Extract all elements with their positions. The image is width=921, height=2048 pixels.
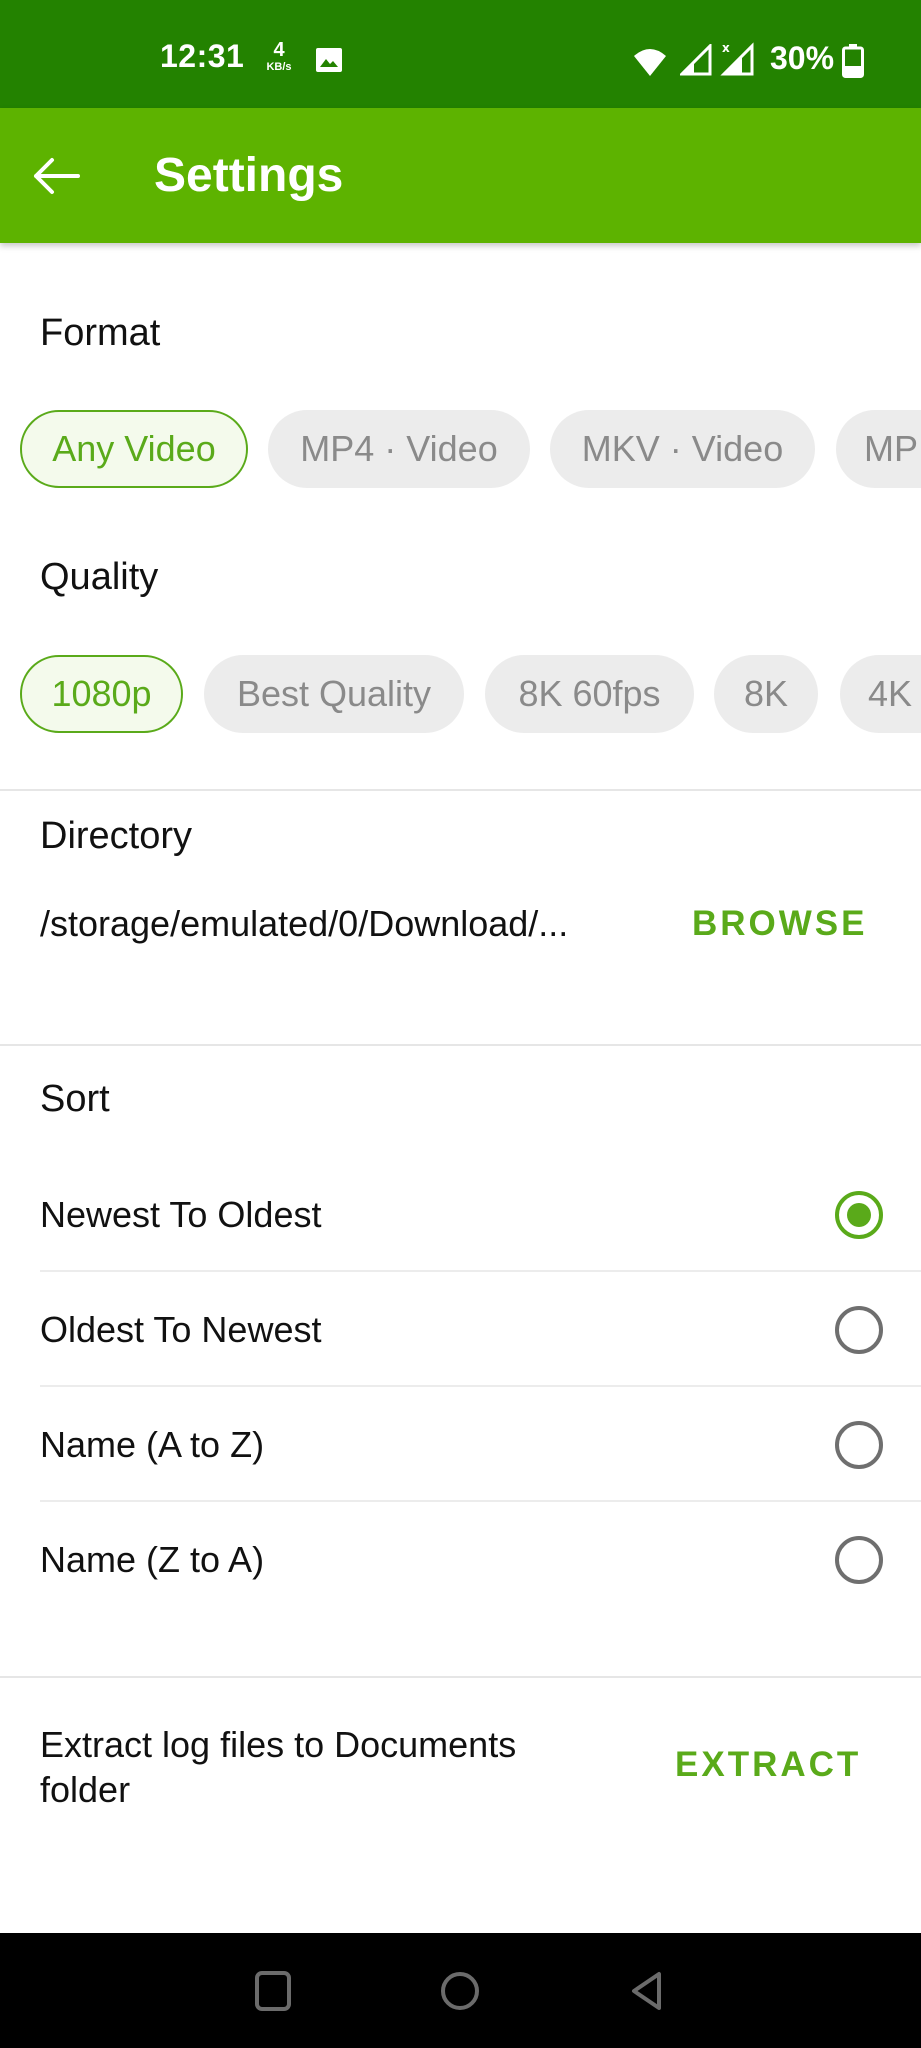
directory-path: /storage/emulated/0/Download/... [40,903,569,944]
sort-option-name-a-to-z[interactable]: Name (A to Z) [0,1387,921,1502]
quality-chip-best-quality[interactable]: Best Quality [204,655,464,733]
sort-option-oldest-to-newest[interactable]: Oldest To Newest [0,1272,921,1387]
directory-section-title: Directory [40,815,193,857]
gallery-icon [316,48,342,72]
sort-option-label: Newest To Oldest [40,1193,322,1235]
radio-button[interactable] [835,1535,883,1584]
quality-chip-row[interactable]: 1080p Best Quality 8K 60fps 8K 4K [0,655,921,735]
arrow-left-icon[interactable] [30,152,82,200]
status-time: 12:31 [160,38,245,74]
network-speed-unit: KB/s [266,61,292,73]
battery-icon [842,44,864,78]
radio-button-checked[interactable] [835,1190,883,1239]
sort-option-label: Oldest To Newest [40,1308,322,1350]
system-nav-bar [0,1933,921,2048]
quality-section-title: Quality [40,556,159,598]
quality-chip-8k-60fps[interactable]: 8K 60fps [485,655,694,733]
sort-option-label: Name (A to Z) [40,1423,265,1465]
quality-chip-1080p[interactable]: 1080p [20,655,183,733]
back-icon [632,1971,661,2010]
back-button[interactable] [603,1933,693,2048]
signal-no-data-icon: x [720,41,754,76]
section-divider [0,1044,921,1046]
battery-percent: 30% [770,40,835,76]
section-divider [0,789,921,791]
sort-option-newest-to-oldest[interactable]: Newest To Oldest [0,1157,921,1272]
format-chip-mp4[interactable]: MP4 · Video [268,410,530,488]
svg-text:x: x [722,41,730,55]
sort-option-label: Name (Z to A) [40,1538,265,1580]
wifi-icon [634,49,666,76]
status-bar: 12:31 4 KB/s x 30% [0,0,921,108]
section-divider [0,1676,921,1678]
sort-option-name-z-to-a[interactable]: Name (Z to A) [0,1502,921,1617]
network-speed: 4 KB/s [262,40,296,73]
format-chip-any-video[interactable]: Any Video [20,410,248,488]
format-chip-mp-partial[interactable]: MP [836,410,921,488]
format-chip-row[interactable]: Any Video MP4 · Video MKV · Video MP [0,410,921,490]
format-chip-mkv[interactable]: MKV · Video [550,410,815,488]
format-section-title: Format [40,312,161,354]
quality-chip-4k[interactable]: 4K [840,655,921,733]
browse-button[interactable]: BROWSE [692,904,868,944]
page-title: Settings [154,149,344,202]
recents-button[interactable] [228,1933,318,2048]
sort-section-title: Sort [40,1078,110,1120]
radio-button[interactable] [835,1420,883,1469]
radio-button[interactable] [835,1305,883,1354]
network-speed-value: 4 [273,39,285,61]
quality-chip-8k[interactable]: 8K [714,655,818,733]
extract-button[interactable]: EXTRACT [675,1745,861,1785]
app-bar: Settings [0,108,921,243]
recents-icon [255,1970,291,2011]
home-button[interactable] [415,1933,505,2048]
extract-logs-label: Extract log files to Documents folder [40,1724,517,1810]
signal-icon [680,44,712,76]
home-icon [441,1971,479,2010]
